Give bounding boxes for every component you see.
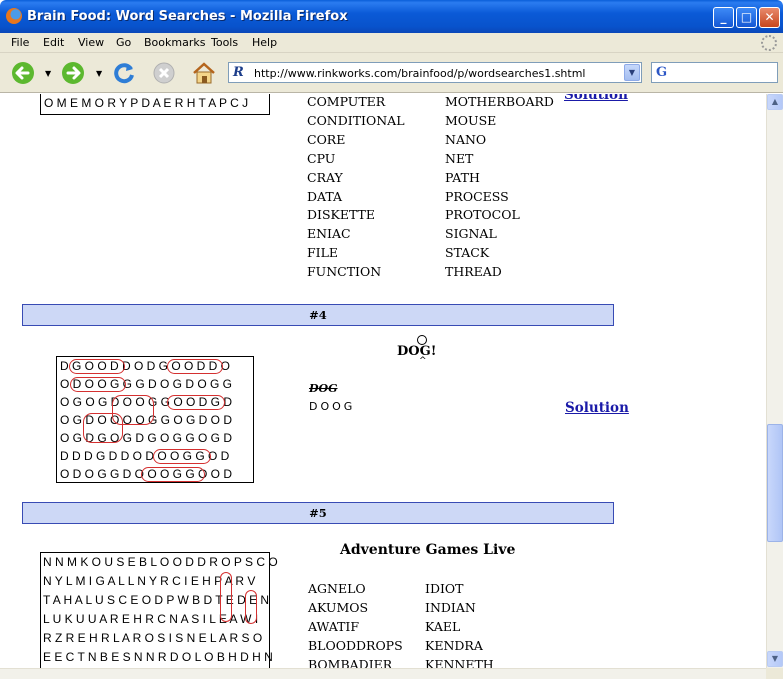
site-favicon-icon: R xyxy=(233,65,244,80)
puzzle4-title: DOG! xyxy=(397,344,437,359)
grid-row: O M E M O R Y P D A E R H T A P C J xyxy=(44,96,249,110)
word-circle xyxy=(83,413,123,443)
dog-doodle-caret: ^ xyxy=(419,356,427,366)
word-list-item: FILE xyxy=(307,245,339,261)
puzzle4-header: #4 xyxy=(22,304,614,326)
word-list-item: BLOODDROPS xyxy=(308,637,403,653)
menu-bar: File Edit View Go Bookmarks Tools Help xyxy=(0,33,783,53)
puzzle5-title: Adventure Games Live xyxy=(340,542,516,558)
word-list-item: INDIAN xyxy=(425,599,476,615)
word-list-item: ENIAC xyxy=(307,226,351,242)
scroll-thumb[interactable] xyxy=(767,424,783,542)
word-list-item: THREAD xyxy=(445,264,502,280)
menu-view[interactable]: View xyxy=(78,36,104,49)
word-list-item: MOTHERBOARD xyxy=(445,94,554,109)
word-list-item: MOUSE xyxy=(445,112,497,128)
word-list-item: DISKETTE xyxy=(307,207,376,223)
word-list-item: CPU xyxy=(307,150,336,166)
word-list-item: FUNCTION xyxy=(307,264,382,280)
puzzle4-grid: D G O O D D O D G O O D D OO D O O G G G… xyxy=(56,356,254,483)
word-list-item: SIGNAL xyxy=(445,226,497,242)
menu-help[interactable]: Help xyxy=(252,36,277,49)
home-icon[interactable] xyxy=(191,60,217,86)
back-dropdown-icon[interactable]: ▼ xyxy=(45,69,51,78)
window-title: Brain Food: Word Searches - Mozilla Fire… xyxy=(27,9,348,24)
word-list-item: STACK xyxy=(445,245,490,261)
scroll-down-icon[interactable]: ▼ xyxy=(767,651,783,667)
word-circle xyxy=(141,467,205,482)
stop-icon[interactable] xyxy=(151,60,177,86)
word-list-item: KENDRA xyxy=(425,637,483,653)
word-circle xyxy=(220,572,232,622)
puzzle3-grid: O M E M O R Y P D A E R H T A P C J xyxy=(40,94,270,115)
word-list-item: AKUMOS xyxy=(308,599,369,615)
scribbled-word-1: DOG xyxy=(309,382,338,395)
url-dropdown-icon[interactable]: ▼ xyxy=(624,64,640,81)
word-list-item: PATH xyxy=(445,169,480,185)
dog-doodle-head xyxy=(417,335,427,345)
horizontal-scrollbar[interactable] xyxy=(0,668,766,679)
grid-row: N N M K O U S E B L O O D D R O P S C O xyxy=(43,555,278,569)
menu-edit[interactable]: Edit xyxy=(43,36,64,49)
throbber-icon xyxy=(761,35,777,51)
grid-row: R Z R E H R L A R O S I S N E L A R S O xyxy=(43,631,263,645)
word-circle xyxy=(69,359,125,374)
address-bar[interactable]: R http://www.rinkworks.com/brainfood/p/w… xyxy=(228,62,642,83)
menu-bookmarks[interactable]: Bookmarks xyxy=(144,36,205,49)
reload-icon[interactable] xyxy=(111,60,137,86)
word-list-item: PROCESS xyxy=(445,188,509,204)
word-list-item: BOMBADIER xyxy=(308,656,393,668)
word-circle xyxy=(70,377,126,392)
word-list-item: KAEL xyxy=(425,618,461,634)
puzzle4-solution-link[interactable]: Solution xyxy=(565,400,629,416)
puzzle3-solution-link[interactable]: Solution xyxy=(564,94,628,103)
scroll-up-icon[interactable]: ▲ xyxy=(767,94,783,110)
word-list-item: PROTOCOL xyxy=(445,207,520,223)
grid-row: E E C T N B E S N N R D O L O B H D H N xyxy=(43,650,273,664)
puzzle5-header: #5 xyxy=(22,502,614,524)
word-list-item: AWATIF xyxy=(308,618,360,634)
url-text[interactable]: http://www.rinkworks.com/brainfood/p/wor… xyxy=(254,67,585,80)
menu-file[interactable]: File xyxy=(11,36,29,49)
word-circle xyxy=(245,590,257,624)
word-list-item: CRAY xyxy=(307,169,343,185)
word-list-item: NANO xyxy=(445,131,487,147)
word-list-item: AGNELO xyxy=(308,581,366,596)
minimize-button[interactable]: _ xyxy=(713,7,734,28)
word-list-item: CORE xyxy=(307,131,346,147)
menu-tools[interactable]: Tools xyxy=(211,36,238,49)
scroll-corner xyxy=(766,668,783,679)
title-bar: Brain Food: Word Searches - Mozilla Fire… xyxy=(0,0,783,33)
forward-icon[interactable] xyxy=(60,60,86,86)
puzzle5-grid: N N M K O U S E B L O O D D R O P S C ON… xyxy=(40,552,278,668)
menu-go[interactable]: Go xyxy=(116,36,131,49)
word-circle xyxy=(153,449,211,464)
back-icon[interactable] xyxy=(10,60,36,86)
search-box[interactable]: G xyxy=(651,62,778,83)
word-circle xyxy=(167,395,225,410)
google-search-icon[interactable]: G xyxy=(656,65,667,80)
vertical-scrollbar[interactable]: ▲ ▼ xyxy=(766,94,783,668)
word-list-item: DATA xyxy=(307,188,343,204)
grid-row: T A H A L U S C E O D P W B D T E D E N xyxy=(43,593,270,607)
close-button[interactable]: ✕ xyxy=(759,7,780,28)
page-content: O M E M O R Y P D A E R H T A P C J COMP… xyxy=(0,94,766,668)
scribbled-word-2: DOOG xyxy=(309,400,356,413)
forward-dropdown-icon[interactable]: ▼ xyxy=(96,69,102,78)
word-list-item: KENNETH xyxy=(425,656,494,668)
maximize-button[interactable]: □ xyxy=(736,7,757,28)
word-circle xyxy=(167,359,223,374)
word-list-item: NET xyxy=(445,150,474,166)
word-list-item: COMPUTER xyxy=(307,94,386,109)
word-list-item: IDIOT xyxy=(425,581,464,596)
firefox-logo-icon xyxy=(6,8,22,24)
word-list-item: CONDITIONAL xyxy=(307,112,405,128)
